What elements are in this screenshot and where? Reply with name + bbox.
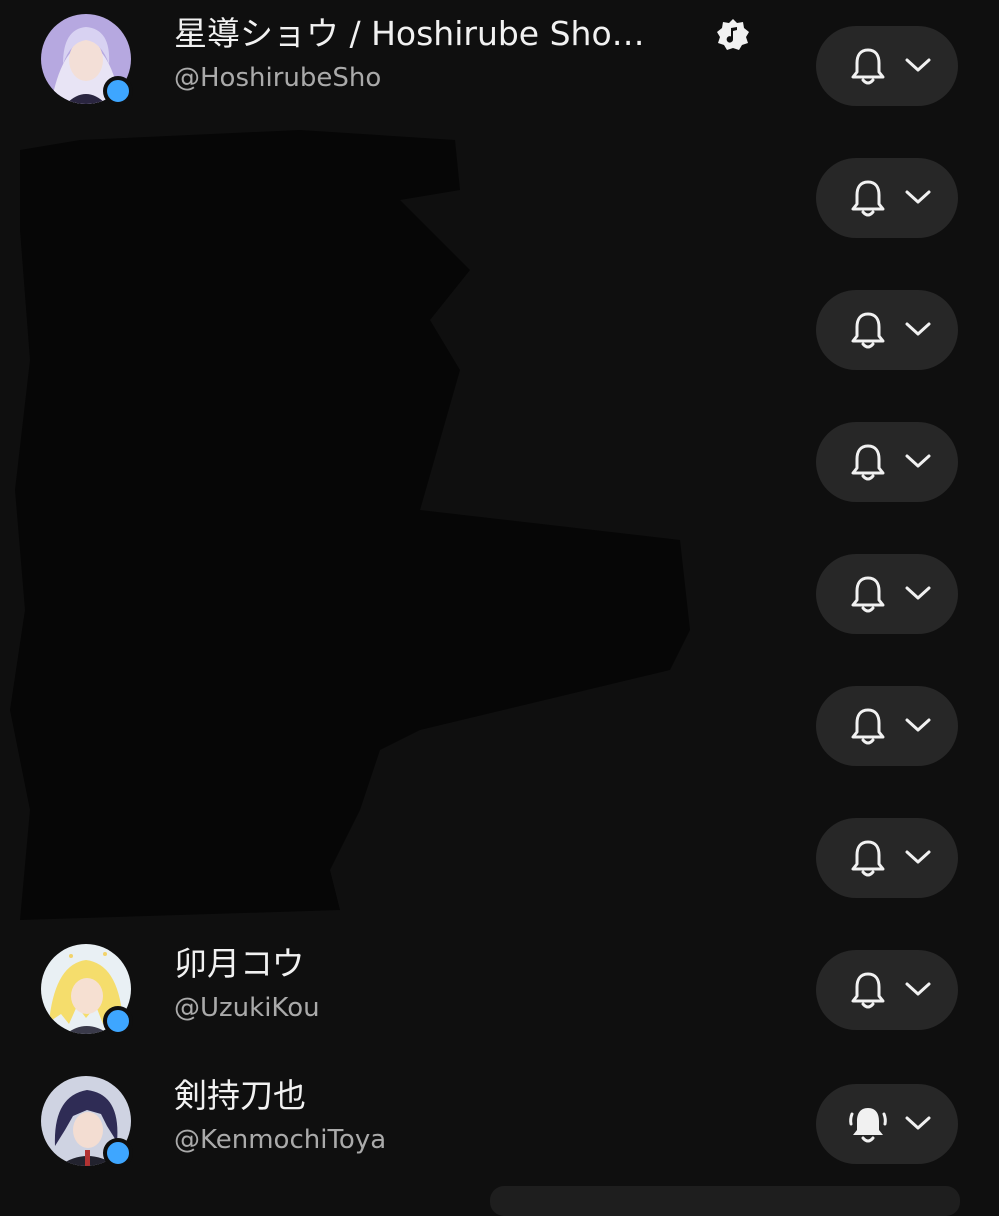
chevron-down-icon xyxy=(905,850,931,864)
notification-settings-button[interactable] xyxy=(816,158,958,238)
channel-name: 星導ショウ / Hoshirube Sho… xyxy=(174,14,645,53)
online-status-dot xyxy=(103,1138,133,1168)
channel-row[interactable]: 卯月コウ @UzukiKou xyxy=(0,944,999,1076)
chevron-down-icon xyxy=(905,586,931,600)
bell-icon xyxy=(851,840,885,877)
official-artist-icon xyxy=(716,18,750,52)
bell-icon xyxy=(851,312,885,349)
bell-icon xyxy=(851,972,885,1009)
chevron-down-icon xyxy=(905,1116,931,1130)
notification-settings-button[interactable] xyxy=(816,26,958,106)
notification-settings-button[interactable] xyxy=(816,818,958,898)
chevron-down-icon xyxy=(905,718,931,732)
channel-handle: @HoshirubeSho xyxy=(174,63,382,93)
bell-icon xyxy=(851,444,885,481)
online-status-dot xyxy=(103,1006,133,1036)
bell-icon xyxy=(851,48,885,85)
chevron-down-icon xyxy=(905,454,931,468)
redacted-region xyxy=(0,110,700,930)
notification-settings-button[interactable] xyxy=(816,422,958,502)
channel-handle: @UzukiKou xyxy=(174,993,320,1023)
notification-settings-button[interactable] xyxy=(816,950,958,1030)
avatar[interactable] xyxy=(41,14,133,106)
avatar[interactable] xyxy=(41,1076,133,1168)
bell-icon xyxy=(851,180,885,217)
avatar[interactable] xyxy=(41,944,133,1036)
notification-settings-button[interactable] xyxy=(816,686,958,766)
bottom-overlay-bar xyxy=(490,1186,960,1216)
channel-handle: @KenmochiToya xyxy=(174,1125,387,1155)
channel-name: 卯月コウ xyxy=(174,944,305,983)
channel-name: 剣持刀也 xyxy=(174,1076,306,1115)
chevron-down-icon xyxy=(905,58,931,72)
notification-settings-button[interactable] xyxy=(816,1084,958,1164)
bell-icon xyxy=(851,708,885,745)
notification-settings-button[interactable] xyxy=(816,554,958,634)
chevron-down-icon xyxy=(905,190,931,204)
bell-icon xyxy=(851,576,885,613)
chevron-down-icon xyxy=(905,322,931,336)
online-status-dot xyxy=(103,76,133,106)
notification-settings-button[interactable] xyxy=(816,290,958,370)
chevron-down-icon xyxy=(905,982,931,996)
bell-ringing-icon xyxy=(849,1108,887,1143)
